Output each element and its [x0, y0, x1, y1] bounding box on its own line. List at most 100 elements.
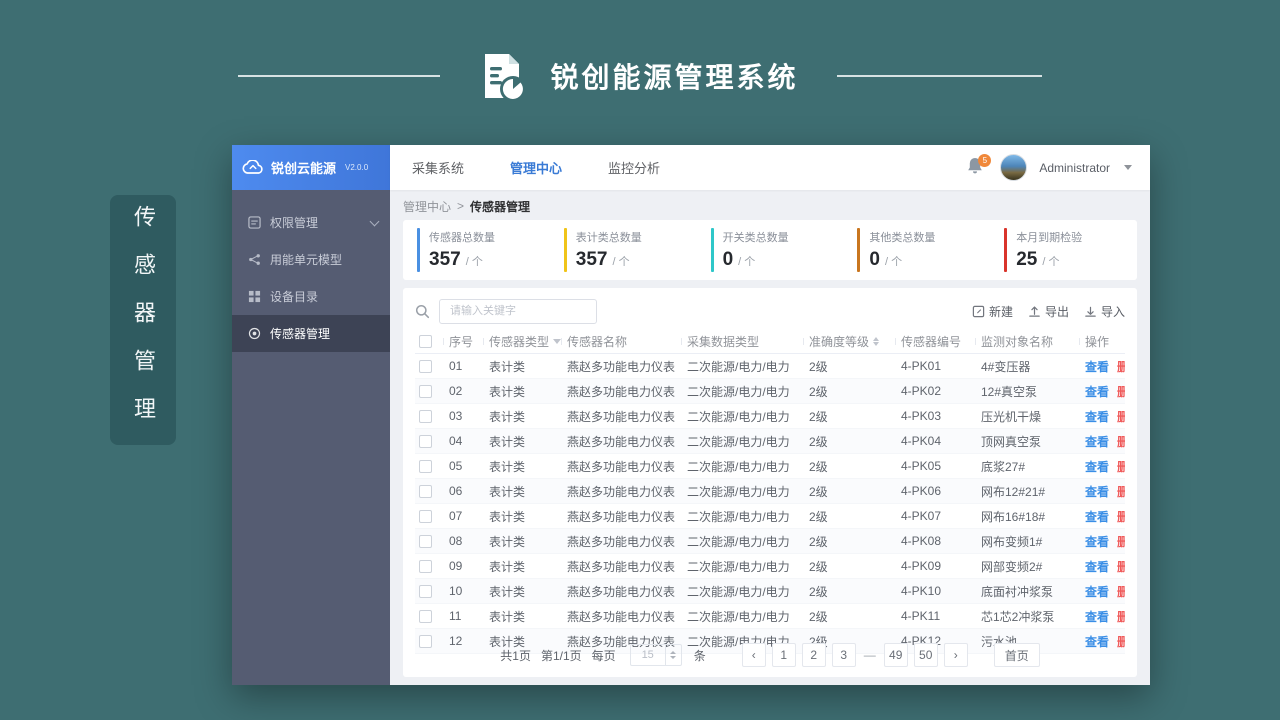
- table-row: 01 表计类 燕赵多功能电力仪表 二次能源/电力/电力 2级 4-PK01 4#…: [415, 354, 1125, 379]
- tab-monitoring-analysis[interactable]: 监控分析: [608, 158, 660, 177]
- page-button[interactable]: 3: [831, 643, 856, 667]
- view-link[interactable]: 查看: [1085, 583, 1109, 600]
- sidebar-item-sensor-management[interactable]: 传感器管理: [232, 315, 390, 352]
- col-serial: 序号: [443, 333, 483, 350]
- tab-collection-system[interactable]: 采集系统: [412, 158, 464, 177]
- filter-icon[interactable]: [553, 339, 561, 344]
- sidebar: 锐创云能源 V2.0.0 权限管理 用能单元模型 设备目录 传感器管理: [232, 145, 390, 685]
- breadcrumb-separator: >: [457, 199, 465, 213]
- row-checkbox[interactable]: [419, 384, 432, 398]
- page-button[interactable]: 50: [913, 643, 938, 667]
- cell-sensor-name: 燕赵多功能电力仪表: [567, 359, 676, 374]
- delete-link[interactable]: 删除: [1117, 483, 1125, 500]
- view-link[interactable]: 查看: [1085, 608, 1109, 625]
- delete-link[interactable]: 删除: [1117, 458, 1125, 475]
- row-checkbox[interactable]: [419, 409, 432, 423]
- row-checkbox[interactable]: [419, 459, 432, 473]
- new-button[interactable]: 新建: [972, 303, 1013, 320]
- view-link[interactable]: 查看: [1085, 483, 1109, 500]
- delete-link[interactable]: 删除: [1117, 433, 1125, 450]
- tab-management-center[interactable]: 管理中心: [510, 158, 562, 177]
- view-link[interactable]: 查看: [1085, 433, 1109, 450]
- avatar[interactable]: [1000, 154, 1028, 181]
- export-button-label: 导出: [1044, 304, 1069, 319]
- breadcrumb-parent[interactable]: 管理中心: [403, 198, 451, 215]
- sidebar-item-device-catalog[interactable]: 设备目录: [232, 278, 390, 315]
- per-page-stepper[interactable]: [664, 645, 681, 665]
- per-page-label: 每页: [591, 648, 616, 663]
- page-button[interactable]: 2: [801, 643, 826, 667]
- sidebar-item-label: 传感器管理: [270, 327, 331, 341]
- permission-icon: [247, 216, 261, 230]
- stat-unit: / 个: [612, 256, 630, 268]
- stat-value: 357: [429, 249, 461, 270]
- view-link[interactable]: 查看: [1085, 458, 1109, 475]
- stat-value: 0: [722, 249, 734, 270]
- row-checkbox[interactable]: [419, 484, 432, 498]
- home-page-button[interactable]: 首页: [993, 643, 1040, 667]
- stat-value: 25: [1016, 249, 1038, 270]
- prev-page-button[interactable]: ‹: [741, 643, 766, 667]
- cloud-logo-icon: [242, 160, 264, 175]
- cell-accuracy: 2级: [809, 584, 828, 599]
- delete-link[interactable]: 删除: [1117, 558, 1125, 575]
- stat-label: 开关类总数量: [722, 232, 789, 244]
- delete-link[interactable]: 删除: [1117, 358, 1125, 375]
- cell-sensor-name: 燕赵多功能电力仪表: [567, 384, 676, 399]
- cell-accuracy: 2级: [809, 484, 828, 499]
- search-input[interactable]: [439, 298, 597, 324]
- stat-label: 本月到期检验: [1016, 232, 1083, 244]
- view-link[interactable]: 查看: [1085, 383, 1109, 400]
- cell-sensor-type: 表计类: [489, 534, 526, 549]
- col-sensor-code: 传感器编号: [895, 333, 975, 350]
- view-link[interactable]: 查看: [1085, 508, 1109, 525]
- cell-target-name: 底面衬冲浆泵: [981, 584, 1054, 599]
- export-button[interactable]: 导出: [1028, 303, 1069, 320]
- delete-link[interactable]: 删除: [1117, 508, 1125, 525]
- sidebar-item-permissions[interactable]: 权限管理: [232, 204, 390, 241]
- search-icon[interactable]: [415, 304, 439, 319]
- cell-sensor-code: 4-PK11: [901, 609, 941, 623]
- delete-link[interactable]: 删除: [1117, 583, 1125, 600]
- row-checkbox[interactable]: [419, 534, 432, 548]
- stat-unit: / 个: [738, 256, 756, 268]
- select-all-checkbox[interactable]: [419, 335, 432, 348]
- per-page-unit: 条: [693, 648, 706, 663]
- per-page-select[interactable]: 15: [629, 644, 682, 666]
- sidebar-item-label: 权限管理: [270, 216, 319, 230]
- row-checkbox[interactable]: [419, 584, 432, 598]
- delete-link[interactable]: 删除: [1117, 533, 1125, 550]
- row-checkbox[interactable]: [419, 359, 432, 373]
- view-link[interactable]: 查看: [1085, 408, 1109, 425]
- cell-sensor-code: 4-PK01: [901, 359, 942, 373]
- sidebar-item-energy-unit-model[interactable]: 用能单元模型: [232, 241, 390, 278]
- sort-icon[interactable]: [873, 337, 880, 346]
- import-button[interactable]: 导入: [1084, 303, 1125, 320]
- table-body: 01 表计类 燕赵多功能电力仪表 二次能源/电力/电力 2级 4-PK01 4#…: [415, 354, 1125, 654]
- view-link[interactable]: 查看: [1085, 358, 1109, 375]
- col-accuracy[interactable]: 准确度等级: [803, 333, 895, 350]
- delete-link[interactable]: 删除: [1117, 383, 1125, 400]
- cell-sensor-name: 燕赵多功能电力仪表: [567, 609, 676, 624]
- stat-value: 0: [869, 249, 880, 270]
- row-checkbox[interactable]: [419, 509, 432, 523]
- cell-sensor-code: 4-PK05: [901, 459, 942, 473]
- next-page-button[interactable]: ›: [943, 643, 968, 667]
- row-checkbox[interactable]: [419, 559, 432, 573]
- delete-link[interactable]: 删除: [1117, 408, 1125, 425]
- page-button[interactable]: 49: [883, 643, 908, 667]
- col-sensor-type[interactable]: 传感器类型: [483, 333, 561, 350]
- sidebar-menu: 权限管理 用能单元模型 设备目录 传感器管理: [232, 190, 390, 352]
- cell-target-name: 芯1芯2冲浆泵: [981, 609, 1055, 624]
- notification-bell-icon[interactable]: 5: [966, 153, 992, 180]
- view-link[interactable]: 查看: [1085, 533, 1109, 550]
- page-header: 锐创能源管理系统: [0, 46, 1280, 106]
- page-button[interactable]: 1: [771, 643, 796, 667]
- delete-link[interactable]: 删除: [1117, 608, 1125, 625]
- cell-sensor-code: 4-PK10: [901, 584, 942, 598]
- row-checkbox[interactable]: [419, 609, 432, 623]
- table-row: 05 表计类 燕赵多功能电力仪表 二次能源/电力/电力 2级 4-PK05 底浆…: [415, 454, 1125, 479]
- user-menu-caret-icon[interactable]: [1124, 165, 1132, 170]
- row-checkbox[interactable]: [419, 434, 432, 448]
- view-link[interactable]: 查看: [1085, 558, 1109, 575]
